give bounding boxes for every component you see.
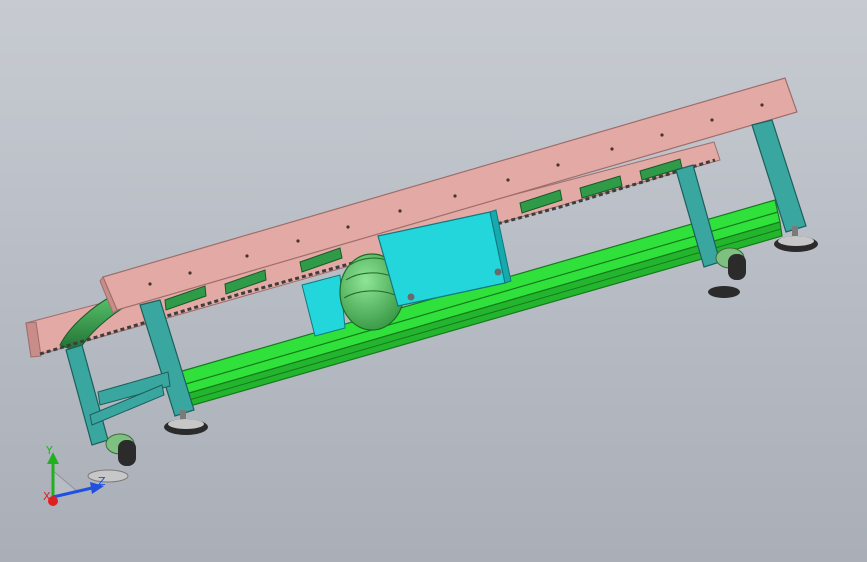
motor-bracket[interactable] — [301, 274, 346, 337]
cad-viewport[interactable]: Y Z X — [0, 0, 867, 562]
triad-label-y: Y — [45, 444, 53, 457]
triad-label-x: X — [43, 490, 51, 503]
leveling-foot-left[interactable] — [164, 410, 208, 435]
triad-label-z: Z — [98, 475, 106, 488]
